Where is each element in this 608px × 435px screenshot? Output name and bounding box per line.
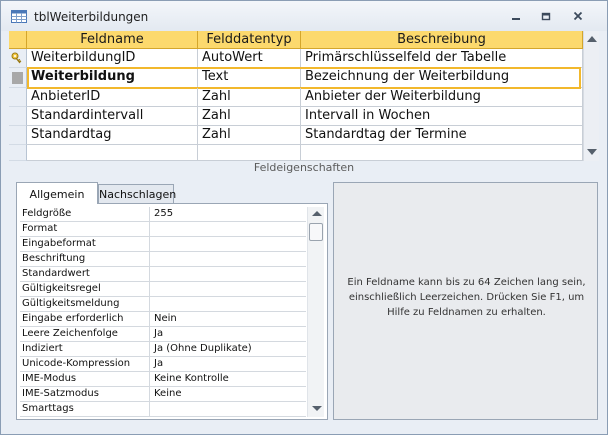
- field-description-cell[interactable]: Intervall in Wochen: [301, 107, 583, 126]
- scroll-up-icon[interactable]: [587, 36, 597, 42]
- tab-nachschlagen[interactable]: Nachschlagen: [98, 184, 176, 204]
- property-row[interactable]: Unicode-Kompression Ja: [20, 357, 306, 372]
- property-row[interactable]: Smarttags: [20, 402, 306, 417]
- row-selector[interactable]: [9, 68, 27, 88]
- property-label: Smarttags: [22, 402, 150, 417]
- title-bar[interactable]: tblWeiterbildungen: [1, 1, 607, 31]
- property-label: Eingabe erforderlich: [22, 312, 150, 327]
- property-row[interactable]: Beschriftung: [20, 252, 306, 267]
- property-label: Unicode-Kompression: [22, 357, 150, 372]
- column-header-felddatentyp[interactable]: Felddatentyp: [198, 31, 301, 49]
- column-header-beschreibung[interactable]: Beschreibung: [301, 31, 583, 49]
- property-label: IME-Satzmodus: [22, 387, 150, 402]
- field-name-cell[interactable]: Standardintervall: [27, 107, 198, 126]
- properties-vertical-scrollbar[interactable]: [307, 207, 324, 417]
- field-type-cell[interactable]: AutoWert: [198, 49, 301, 68]
- property-label: Gültigkeitsmeldung: [22, 297, 150, 312]
- scroll-thumb[interactable]: [309, 223, 323, 241]
- field-name-cell[interactable]: AnbieterID: [27, 88, 198, 107]
- field-name-cell[interactable]: [27, 145, 198, 161]
- field-description-cell[interactable]: Anbieter der Weiterbildung: [301, 88, 583, 107]
- row-selector[interactable]: [9, 145, 27, 161]
- field-name-cell[interactable]: WeiterbildungID: [27, 49, 198, 68]
- general-properties-panel: Feldgröße 255 Format Eingabeformat Beschr…: [16, 203, 328, 420]
- primary-key-icon: [11, 52, 22, 64]
- current-row-indicator: [12, 72, 23, 84]
- field-grid: Feldname Felddatentyp Beschreibung Weite…: [9, 31, 599, 161]
- minimize-icon: [512, 18, 520, 20]
- property-row[interactable]: Format: [20, 222, 306, 237]
- row-selector[interactable]: [9, 88, 27, 107]
- help-panel: Ein Feldname kann bis zu 64 Zeichen lang…: [333, 182, 598, 420]
- restore-icon: [541, 12, 551, 21]
- property-value[interactable]: Ja (Ohne Duplikate): [154, 342, 252, 356]
- restore-button[interactable]: [535, 7, 557, 25]
- property-label: Leere Zeichenfolge: [22, 327, 150, 342]
- property-value[interactable]: Ja: [154, 357, 163, 371]
- field-description-cell[interactable]: [301, 145, 583, 161]
- property-label: Beschriftung: [22, 252, 150, 267]
- row-selector[interactable]: [9, 126, 27, 145]
- property-row[interactable]: Feldgröße 255: [20, 207, 306, 222]
- window-title: tblWeiterbildungen: [34, 10, 149, 24]
- property-label: Format: [22, 222, 150, 237]
- property-row[interactable]: Standardwert: [20, 267, 306, 282]
- property-row[interactable]: Eingabe erforderlich Nein: [20, 312, 306, 327]
- grid-vertical-scrollbar[interactable]: [583, 31, 599, 161]
- field-description-cell[interactable]: Primärschlüsselfeld der Tabelle: [301, 49, 583, 68]
- property-row[interactable]: Indiziert Ja (Ohne Duplikate): [20, 342, 306, 357]
- field-type-cell[interactable]: Zahl: [198, 88, 301, 107]
- close-button[interactable]: [567, 7, 589, 25]
- field-properties-separator: Feldeigenschaften: [253, 161, 355, 174]
- row-selector[interactable]: [9, 107, 27, 126]
- field-description-cell[interactable]: Standardtag der Termine: [301, 126, 583, 145]
- property-row[interactable]: IME-Satzmodus Keine: [20, 387, 306, 402]
- field-type-cell[interactable]: Zahl: [198, 107, 301, 126]
- property-label: Standardwert: [22, 267, 150, 282]
- table-icon: [11, 10, 27, 23]
- field-name-cell[interactable]: Weiterbildung: [27, 68, 198, 88]
- property-value[interactable]: Ja: [154, 327, 163, 341]
- property-row[interactable]: Gültigkeitsregel: [20, 282, 306, 297]
- property-label: Indiziert: [22, 342, 150, 357]
- property-value[interactable]: Keine: [154, 387, 181, 401]
- table-design-window: tblWeiterbildungen Feldname Felddatentyp…: [0, 0, 608, 435]
- scroll-down-icon[interactable]: [587, 149, 597, 155]
- column-header-feldname[interactable]: Feldname: [27, 31, 198, 49]
- scroll-up-icon[interactable]: [312, 211, 322, 216]
- row-selector-header: [9, 31, 27, 49]
- property-label: IME-Modus: [22, 372, 150, 387]
- property-value[interactable]: 255: [154, 207, 173, 221]
- field-type-cell[interactable]: Zahl: [198, 126, 301, 145]
- property-label: Gültigkeitsregel: [22, 282, 150, 297]
- property-row[interactable]: Eingabeformat: [20, 237, 306, 252]
- field-type-cell[interactable]: [198, 145, 301, 161]
- close-icon: [573, 11, 583, 21]
- tab-allgemein[interactable]: Allgemein: [16, 182, 98, 204]
- property-row[interactable]: IME-Modus Keine Kontrolle: [20, 372, 306, 387]
- property-row[interactable]: Leere Zeichenfolge Ja: [20, 327, 306, 342]
- row-selector[interactable]: [9, 49, 27, 68]
- property-label: Feldgröße: [22, 207, 150, 222]
- minimize-button[interactable]: [505, 7, 527, 25]
- field-type-cell[interactable]: Text: [198, 68, 301, 88]
- property-value[interactable]: Keine Kontrolle: [154, 372, 229, 386]
- field-name-cell[interactable]: Standardtag: [27, 126, 198, 145]
- scroll-down-icon[interactable]: [312, 406, 322, 411]
- field-description-cell[interactable]: Bezeichnung der Weiterbildung: [301, 68, 583, 88]
- property-value[interactable]: Nein: [154, 312, 177, 326]
- property-grid: Feldgröße 255 Format Eingabeformat Beschr…: [20, 207, 306, 417]
- property-row[interactable]: Gültigkeitsmeldung: [20, 297, 306, 312]
- property-label: Eingabeformat: [22, 237, 150, 252]
- help-text: Ein Feldname kann bis zu 64 Zeichen lang…: [347, 277, 586, 318]
